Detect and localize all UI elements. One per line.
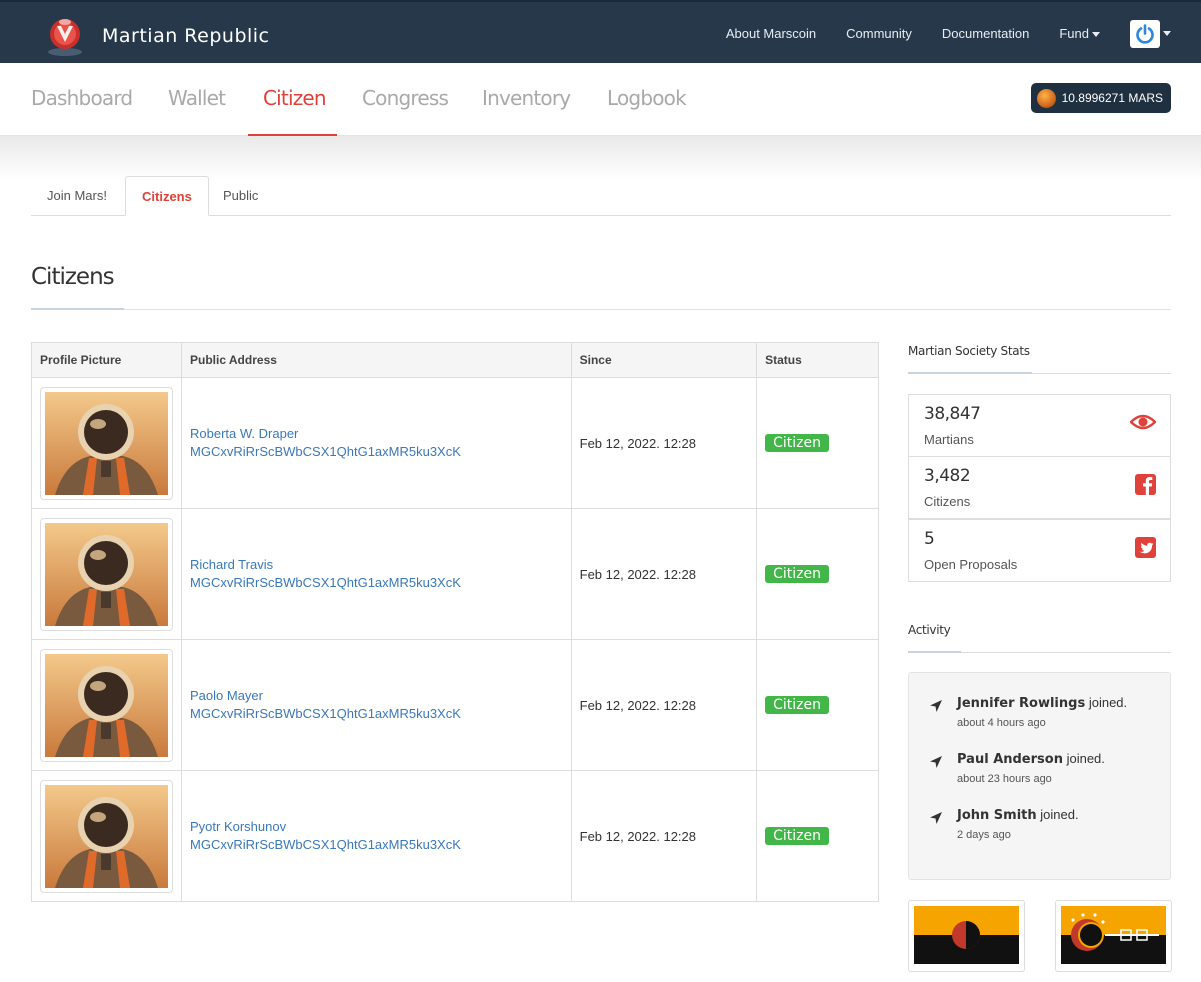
section-nav: Dashboard Wallet Citizen Congress Invent… (0, 63, 1201, 136)
page-title: Citizens (31, 264, 115, 290)
citizens-table: Profile Picture Public Address Since Sta… (31, 342, 879, 902)
tab-citizens[interactable]: Citizens (125, 176, 209, 216)
nav-wallet[interactable]: Wallet (168, 63, 226, 136)
nav-documentation[interactable]: Documentation (942, 26, 1029, 41)
status-badge: Citizen (765, 565, 830, 583)
astronaut-avatar (45, 391, 168, 495)
table-row: Pyotr Korshunov MGCxvRiRrScBWbCSX1QhtG1a… (31, 770, 879, 902)
citizen-address-link[interactable]: MGCxvRiRrScBWbCSX1QhtG1axMR5ku3XcK (190, 574, 563, 592)
header-shadow (0, 136, 1201, 180)
activity-time: 2 days ago (957, 829, 1011, 841)
nav-inventory[interactable]: Inventory (482, 63, 571, 136)
table-row: Paolo Mayer MGCxvRiRrScBWbCSX1QhtG1axMR5… (31, 639, 879, 771)
top-navbar: Martian Republic About Marscoin Communit… (0, 0, 1201, 63)
citizen-name-link[interactable]: Paolo Mayer (190, 687, 563, 705)
since-cell: Feb 12, 2022. 12:28 (570, 377, 758, 509)
power-icon (1136, 23, 1154, 44)
divider (31, 309, 1171, 310)
status-badge: Citizen (765, 434, 830, 452)
nav-community[interactable]: Community (846, 26, 912, 41)
activity-title: Activity (908, 623, 951, 637)
brand[interactable]: Martian Republic (42, 12, 270, 58)
column-header-address: Public Address (181, 342, 572, 378)
stat-label: Citizens (924, 494, 971, 509)
citizen-name-link[interactable]: Pyotr Korshunov (190, 818, 563, 836)
mars-flag-image[interactable] (908, 900, 1025, 972)
astronaut-avatar (45, 522, 168, 626)
citizen-address-link[interactable]: MGCxvRiRrScBWbCSX1QhtG1axMR5ku3XcK (190, 705, 563, 723)
divider-accent (908, 372, 1032, 374)
profile-picture[interactable] (40, 648, 173, 762)
location-arrow-icon (930, 700, 942, 712)
nav-about-marscoin[interactable]: About Marscoin (726, 26, 816, 41)
status-badge: Citizen (765, 696, 830, 714)
since-cell: Feb 12, 2022. 12:28 (570, 770, 758, 902)
twitter-square-icon[interactable] (1135, 537, 1156, 558)
citizen-name-link[interactable]: Richard Travis (190, 556, 563, 574)
stat-citizens: 3,482 Citizens (908, 456, 1171, 519)
balance-amount: 10.8996271 MARS (1061, 91, 1163, 105)
divider-accent (908, 651, 961, 653)
caret-down-icon (1092, 32, 1100, 38)
profile-picture[interactable] (40, 517, 173, 631)
top-nav-links: About Marscoin Community Documentation F… (696, 2, 1171, 65)
power-button[interactable] (1130, 19, 1160, 48)
activity-time: about 4 hours ago (957, 717, 1046, 729)
stat-label: Martians (924, 432, 974, 447)
activity-action: joined. (1066, 751, 1105, 766)
nav-fund-dropdown[interactable]: Fund (1059, 26, 1100, 41)
table-header-row: Profile Picture Public Address Since Sta… (31, 342, 879, 378)
divider-accent (31, 308, 124, 310)
column-header-profile: Profile Picture (31, 342, 182, 378)
eye-icon (1130, 414, 1156, 430)
brand-name: Martian Republic (102, 25, 270, 47)
table-row: Richard Travis MGCxvRiRrScBWbCSX1QhtG1ax… (31, 508, 879, 640)
stat-open-proposals: 5 Open Proposals (908, 519, 1171, 582)
activity-user[interactable]: John Smith (957, 808, 1037, 823)
status-badge: Citizen (765, 827, 830, 845)
tab-join-mars[interactable]: Join Mars! (31, 176, 123, 216)
activity-time: about 23 hours ago (957, 773, 1052, 785)
column-header-since: Since (570, 342, 758, 378)
tab-public[interactable]: Public (207, 176, 274, 216)
table-row: Roberta W. Draper MGCxvRiRrScBWbCSX1QhtG… (31, 377, 879, 509)
citizen-tabs: Join Mars! Citizens Public (31, 176, 1171, 216)
since-cell: Feb 12, 2022. 12:28 (570, 508, 758, 640)
citizen-address-link[interactable]: MGCxvRiRrScBWbCSX1QhtG1axMR5ku3XcK (190, 443, 563, 461)
since-cell: Feb 12, 2022. 12:28 (570, 639, 758, 771)
location-arrow-icon (930, 756, 942, 768)
astronaut-avatar (45, 784, 168, 888)
stat-label: Open Proposals (924, 557, 1018, 572)
nav-fund-label: Fund (1059, 26, 1089, 41)
activity-user[interactable]: Jennifer Rowlings (957, 696, 1085, 711)
stats-title: Martian Society Stats (908, 344, 1030, 358)
nav-dashboard[interactable]: Dashboard (31, 63, 133, 136)
facebook-square-icon[interactable] (1135, 474, 1156, 495)
citizen-address-link[interactable]: MGCxvRiRrScBWbCSX1QhtG1axMR5ku3XcK (190, 836, 563, 854)
activity-action: joined. (1088, 695, 1128, 710)
citizen-name-link[interactable]: Roberta W. Draper (190, 425, 563, 443)
profile-picture[interactable] (40, 779, 173, 893)
marscoin-icon (1036, 88, 1056, 108)
nav-citizen[interactable]: Citizen (248, 63, 337, 136)
stat-value: 38,847 (924, 404, 981, 424)
mars-colony-flag-image[interactable] (1055, 900, 1172, 972)
nav-logbook[interactable]: Logbook (607, 63, 687, 136)
user-menu-caret-icon[interactable] (1163, 31, 1171, 36)
activity-action: joined. (1040, 807, 1079, 822)
flag-icon (1061, 906, 1166, 964)
stat-value: 5 (924, 529, 935, 549)
martian-republic-logo-icon (48, 19, 82, 56)
stat-value: 3,482 (924, 466, 971, 486)
astronaut-avatar (45, 653, 168, 757)
activity-feed: Jennifer Rowlings joined. about 4 hours … (908, 672, 1171, 880)
profile-picture[interactable] (40, 386, 173, 500)
column-header-status: Status (756, 342, 879, 378)
stat-martians: 38,847 Martians (908, 394, 1171, 457)
balance-badge[interactable]: 10.8996271 MARS (1030, 83, 1171, 113)
nav-congress[interactable]: Congress (362, 63, 449, 136)
flag-icon (914, 906, 1019, 964)
activity-user[interactable]: Paul Anderson (957, 752, 1063, 767)
location-arrow-icon (930, 812, 942, 824)
